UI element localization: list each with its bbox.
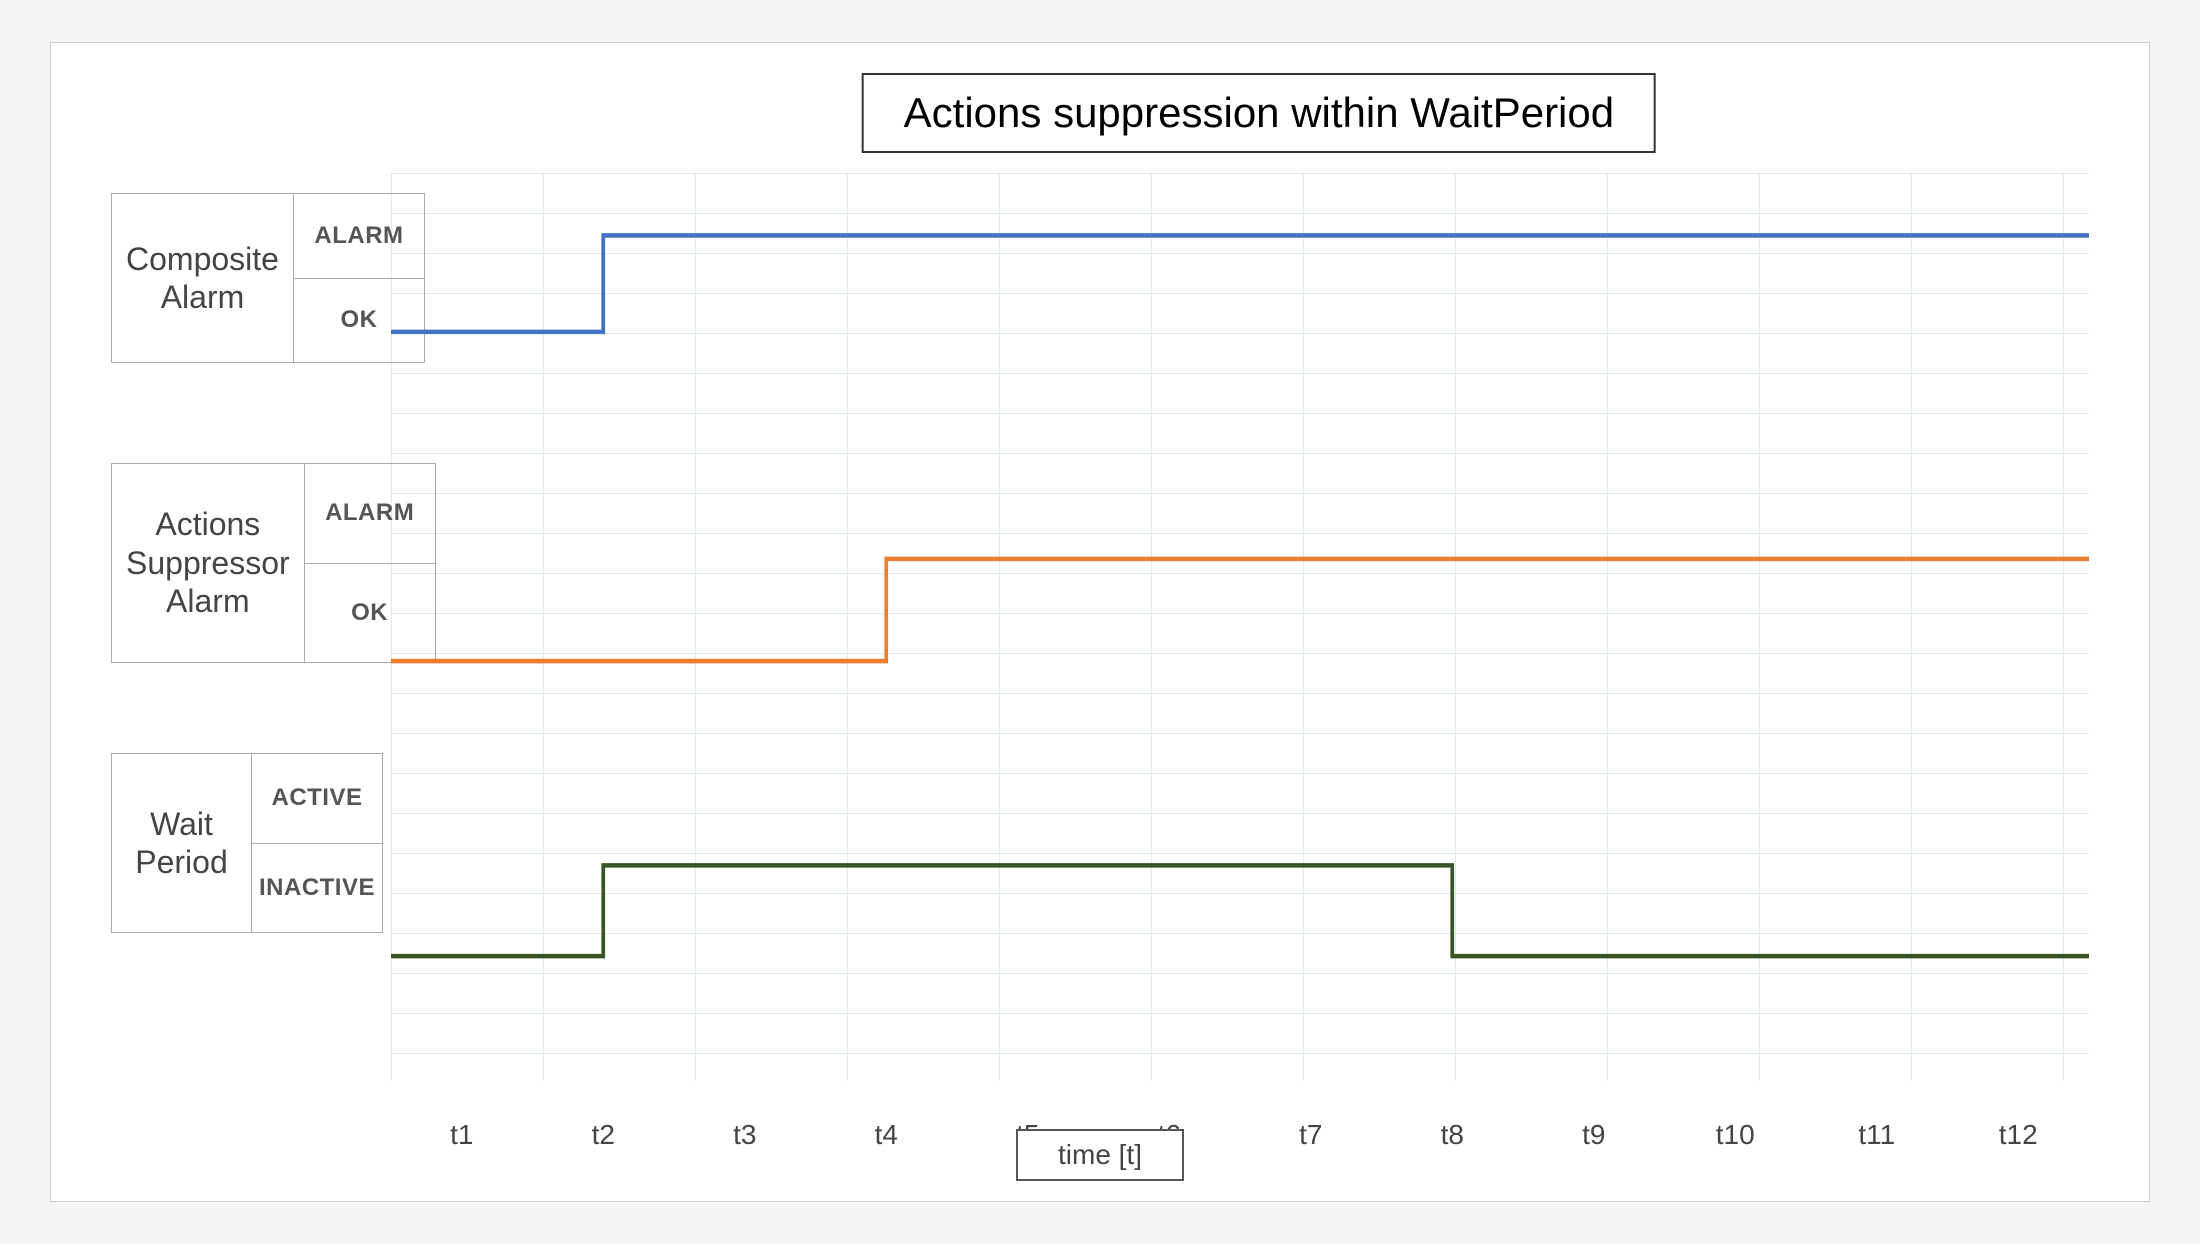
wait-period-state-inactive: INACTIVE bbox=[252, 844, 382, 933]
time-label-t8: t8 bbox=[1382, 1119, 1524, 1151]
wait-period-label: WaitPeriod bbox=[112, 754, 252, 932]
time-label-t9: t9 bbox=[1523, 1119, 1665, 1151]
time-label-t7: t7 bbox=[1240, 1119, 1382, 1151]
time-label-t10: t10 bbox=[1665, 1119, 1807, 1151]
actions-suppressor-line bbox=[391, 559, 2089, 661]
chart-title: Actions suppression within WaitPeriod bbox=[862, 73, 1656, 153]
time-label-t3: t3 bbox=[674, 1119, 816, 1151]
time-label-t4: t4 bbox=[816, 1119, 958, 1151]
wait-period-state-active: ACTIVE bbox=[252, 754, 382, 844]
chart-container: Actions suppression within WaitPeriod Co… bbox=[50, 42, 2150, 1202]
row-wait-period: WaitPeriod ACTIVE INACTIVE bbox=[111, 753, 383, 933]
chart-lines-svg bbox=[391, 173, 2089, 1081]
time-label-t12: t12 bbox=[1948, 1119, 2090, 1151]
composite-alarm-label: CompositeAlarm bbox=[112, 194, 294, 362]
time-unit-label: time [t] bbox=[1016, 1129, 1184, 1181]
diagram-area: CompositeAlarm ALARM OK ActionsSuppresso… bbox=[111, 173, 2089, 1081]
wait-period-line bbox=[391, 865, 2089, 956]
time-axis: t1 t2 t3 t4 t5 t6 t7 t8 t9 t10 t11 t12 bbox=[391, 1119, 2089, 1151]
composite-alarm-line bbox=[391, 235, 2089, 331]
row-composite-alarm: CompositeAlarm ALARM OK bbox=[111, 193, 425, 363]
actions-suppressor-label: ActionsSuppressorAlarm bbox=[112, 464, 305, 662]
time-label-t2: t2 bbox=[533, 1119, 675, 1151]
row-actions-suppressor: ActionsSuppressorAlarm ALARM OK bbox=[111, 463, 436, 663]
time-label-t11: t11 bbox=[1806, 1119, 1948, 1151]
time-label-t1: t1 bbox=[391, 1119, 533, 1151]
wait-period-states: ACTIVE INACTIVE bbox=[252, 754, 382, 932]
